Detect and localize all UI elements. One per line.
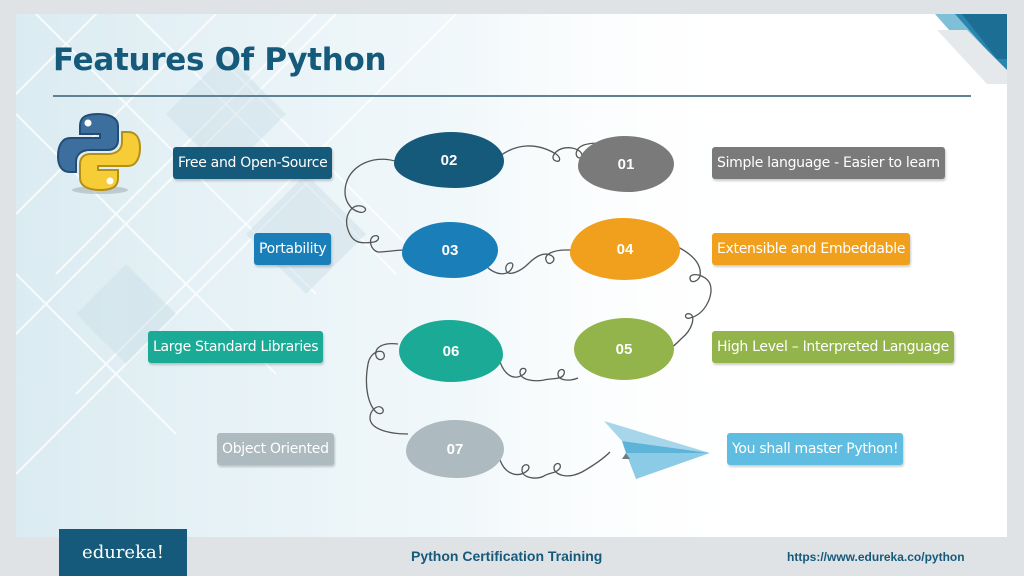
slide: Features Of Python 02 01 03 04 06 05 07 xyxy=(16,14,1007,537)
feature-label-01: Simple language - Easier to learn xyxy=(712,147,945,179)
feature-label-02: Free and Open-Source xyxy=(173,147,333,179)
feature-step-03: 03 xyxy=(402,222,498,278)
feature-step-05: 05 xyxy=(574,318,674,380)
paper-plane-icon xyxy=(604,421,710,479)
feature-label-03: Portability xyxy=(254,233,332,265)
feature-step-07: 07 xyxy=(406,420,504,478)
step-number: 01 xyxy=(617,155,635,173)
step-number: 02 xyxy=(440,151,458,169)
edureka-logo: edureka! xyxy=(59,529,187,576)
feature-label-05: High Level – Interpreted Language xyxy=(712,331,954,363)
feature-step-01: 01 xyxy=(578,136,674,192)
feature-step-04: 04 xyxy=(570,218,680,280)
step-number: 05 xyxy=(615,340,633,358)
feature-label-07: Object Oriented xyxy=(217,433,334,465)
feature-label-04: Extensible and Embeddable xyxy=(712,233,911,265)
step-number: 04 xyxy=(616,240,634,258)
footer-course-title: Python Certification Training xyxy=(411,548,603,564)
step-number: 07 xyxy=(446,440,464,458)
step-number: 03 xyxy=(441,241,459,259)
final-message: You shall master Python! xyxy=(727,433,904,465)
feature-step-02: 02 xyxy=(394,132,504,188)
footer-url[interactable]: https://www.edureka.co/python xyxy=(787,550,965,564)
step-number: 06 xyxy=(442,342,460,360)
feature-label-06: Large Standard Libraries xyxy=(148,331,324,363)
